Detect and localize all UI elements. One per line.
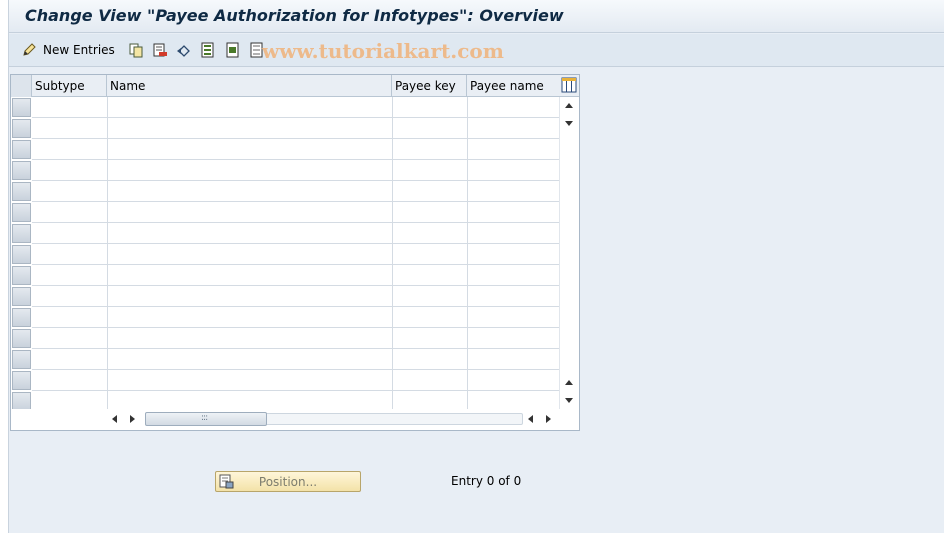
- column-divider: [392, 97, 393, 409]
- table-row: [32, 117, 559, 118]
- scroll-up-icon[interactable]: [565, 103, 573, 108]
- row-selector[interactable]: [12, 161, 31, 180]
- table-row: [32, 285, 559, 286]
- table-row: [32, 180, 559, 181]
- new-entries-button[interactable]: New Entries: [21, 41, 115, 59]
- row-selector[interactable]: [12, 140, 31, 159]
- scroll-left-end-icon[interactable]: [528, 415, 533, 423]
- scroll-right-icon[interactable]: [130, 415, 135, 423]
- copy-icon: [128, 42, 144, 58]
- row-selector[interactable]: [12, 245, 31, 264]
- select-block-icon: [225, 42, 241, 58]
- table-settings-icon[interactable]: [561, 77, 577, 93]
- undo-button[interactable]: [176, 41, 192, 59]
- table-row: [32, 306, 559, 307]
- scroll-page-down-icon[interactable]: [565, 121, 573, 126]
- select-all-rows-header[interactable]: [11, 75, 32, 97]
- table-control: Subtype Name Payee key Payee name :::: [10, 74, 580, 431]
- row-selector[interactable]: [12, 203, 31, 222]
- page-title: Change View "Payee Authorization for Inf…: [25, 6, 564, 25]
- column-divider: [467, 97, 468, 409]
- row-selector[interactable]: [12, 182, 31, 201]
- row-selector[interactable]: [12, 224, 31, 243]
- table-row: [32, 327, 559, 328]
- entry-count: Entry 0 of 0: [451, 474, 522, 488]
- row-selector[interactable]: [12, 350, 31, 369]
- table-header: Subtype Name Payee key Payee name: [11, 75, 579, 97]
- undo-icon: [176, 42, 192, 58]
- select-all-icon: [200, 42, 216, 58]
- column-header-subtype[interactable]: Subtype: [32, 75, 107, 97]
- scroll-page-up-icon[interactable]: [565, 380, 573, 385]
- table-row: [32, 390, 559, 391]
- scroll-left-icon[interactable]: [112, 415, 117, 423]
- column-header-payee-name[interactable]: Payee name: [467, 75, 559, 97]
- row-selector[interactable]: [12, 98, 31, 117]
- table-row: [32, 159, 559, 160]
- column-header-name[interactable]: Name: [107, 75, 392, 97]
- row-selector[interactable]: [12, 329, 31, 348]
- copy-button[interactable]: [128, 41, 144, 59]
- horizontal-scroll-thumb[interactable]: :::: [145, 412, 267, 426]
- scroll-right-end-icon[interactable]: [546, 415, 551, 423]
- left-edge: [0, 0, 9, 533]
- delete-icon: [152, 42, 168, 58]
- table-row: [32, 138, 559, 139]
- select-all-button[interactable]: [200, 41, 216, 59]
- delete-button[interactable]: [152, 41, 168, 59]
- row-selector[interactable]: [12, 371, 31, 390]
- vertical-scrollbar[interactable]: [559, 97, 579, 409]
- table-row: [32, 369, 559, 370]
- table-row: [32, 201, 559, 202]
- table-row: [32, 243, 559, 244]
- edit-pencil-icon: [21, 42, 37, 58]
- table-row: [32, 264, 559, 265]
- select-block-button[interactable]: [225, 41, 241, 59]
- watermark: www.tutorialkart.com: [262, 39, 504, 63]
- horizontal-scrollbar[interactable]: :::: [11, 409, 579, 430]
- title-bar: Change View "Payee Authorization for Inf…: [9, 0, 944, 33]
- column-header-payee-key[interactable]: Payee key: [392, 75, 467, 97]
- row-selector[interactable]: [12, 287, 31, 306]
- position-button-label: Position...: [258, 475, 318, 489]
- table-row: [32, 348, 559, 349]
- row-selector[interactable]: [12, 266, 31, 285]
- table-row: [32, 222, 559, 223]
- row-selector[interactable]: [12, 308, 31, 327]
- row-selector[interactable]: [12, 119, 31, 138]
- scroll-down-icon[interactable]: [565, 398, 573, 403]
- new-entries-label: New Entries: [43, 43, 115, 57]
- position-button[interactable]: Position...: [215, 471, 361, 492]
- column-divider: [107, 97, 108, 409]
